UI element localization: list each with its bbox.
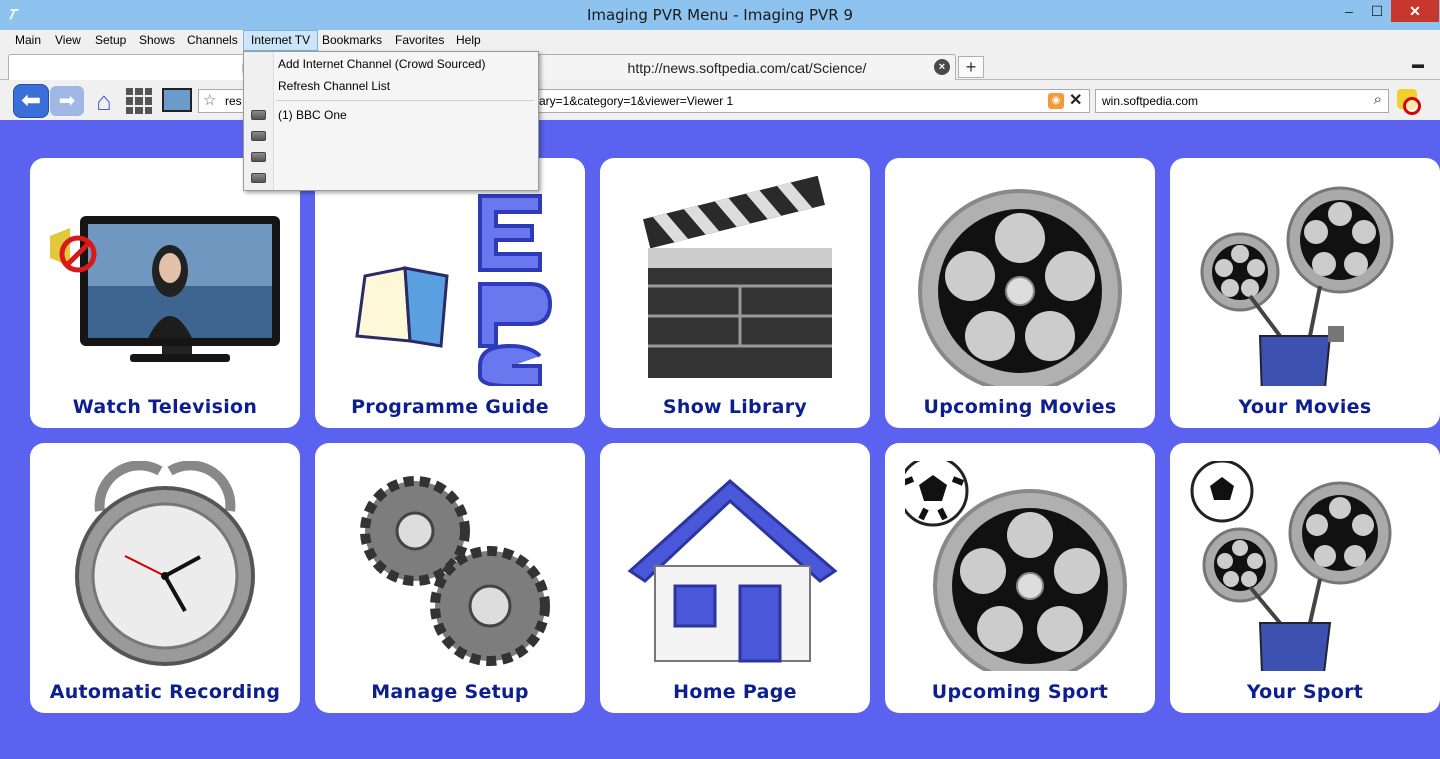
tile-label: Home Page xyxy=(673,681,797,703)
channel-icon xyxy=(251,110,266,120)
bookmark-star-icon[interactable]: ☆ xyxy=(203,90,216,112)
minimize-button[interactable]: – xyxy=(1334,0,1364,22)
tile-show-library[interactable]: Show Library xyxy=(600,158,870,428)
tile-label: Upcoming Sport xyxy=(931,681,1109,703)
internet-tv-menu: Add Internet Channel (Crowd Sourced) Ref… xyxy=(243,51,539,191)
tv-icon[interactable] xyxy=(162,88,192,112)
channel-icon xyxy=(251,173,266,183)
football-projector-icon xyxy=(1190,461,1392,671)
tile-label: Automatic Recording xyxy=(49,681,281,703)
rss-icon[interactable]: ◉ xyxy=(1048,93,1064,109)
tile-manage-setup[interactable]: Manage Setup xyxy=(315,443,585,713)
forward-button[interactable]: ➡ xyxy=(50,86,84,116)
search-value: win.softpedia.com xyxy=(1102,94,1199,108)
main-menu-grid: Watch Television Programme Guide Show Li… xyxy=(0,120,1440,759)
menu-internet-tv[interactable]: Internet TV xyxy=(243,30,319,51)
tile-home-page[interactable]: Home Page xyxy=(600,443,870,713)
menu-separator xyxy=(276,100,534,101)
menu-view[interactable]: View xyxy=(48,30,88,51)
tile-label: Upcoming Movies xyxy=(923,396,1117,418)
tile-label: Your Sport xyxy=(1246,681,1364,703)
tile-programme-guide[interactable]: Programme Guide xyxy=(315,158,585,428)
menu-favorites[interactable]: Favorites xyxy=(388,30,451,51)
tile-upcoming-sport[interactable]: Upcoming Sport xyxy=(885,443,1155,713)
film-projector-icon xyxy=(1200,186,1394,386)
tile-your-sport[interactable]: Your Sport xyxy=(1170,443,1440,713)
menu-item-refresh-channel-list[interactable]: Refresh Channel List xyxy=(278,76,390,96)
search-input[interactable]: win.softpedia.com ⌕ xyxy=(1095,89,1389,113)
toolbar: ⬅ ➡ ⌂ ☆ res ary=1&category=1&viewer=View… xyxy=(0,80,1440,120)
film-reel-icon xyxy=(918,189,1122,386)
channel-icon xyxy=(251,152,266,162)
tile-label: Show Library xyxy=(662,396,808,418)
tile-automatic-recording[interactable]: Automatic Recording xyxy=(30,443,300,713)
tab-close-icon[interactable]: × xyxy=(934,59,950,75)
tile-your-movies[interactable]: Your Movies xyxy=(1170,158,1440,428)
close-button[interactable]: ✕ xyxy=(1391,0,1439,22)
address-text: ary=1&category=1&viewer=Viewer 1 xyxy=(539,94,734,108)
menu-shows[interactable]: Shows xyxy=(132,30,182,51)
mute-icon[interactable] xyxy=(1397,87,1423,115)
menu-gutter xyxy=(244,52,274,190)
address-prefix: res xyxy=(225,94,242,108)
search-icon[interactable]: ⌕ xyxy=(1374,89,1382,111)
tab-softpedia[interactable]: http://news.softpedia.com/cat/Science/ xyxy=(538,54,956,80)
tile-label: Manage Setup xyxy=(371,681,529,703)
football-reel-icon xyxy=(905,461,1127,671)
menu-bar: Main View Setup Shows Channels Internet … xyxy=(0,30,1440,51)
tile-label: Your Movies xyxy=(1238,396,1372,418)
home-icon[interactable]: ⌂ xyxy=(88,86,120,116)
clapperboard-icon xyxy=(643,176,832,378)
menu-item-add-internet-channel[interactable]: Add Internet Channel (Crowd Sourced) xyxy=(278,54,485,74)
tile-upcoming-movies[interactable]: Upcoming Movies xyxy=(885,158,1155,428)
channel-icon xyxy=(251,131,266,141)
tab-list-icon[interactable]: ▬ xyxy=(1412,57,1424,71)
tile-label: Programme Guide xyxy=(351,396,549,418)
menu-help[interactable]: Help xyxy=(449,30,488,51)
gears-icon xyxy=(360,476,550,666)
television-icon xyxy=(50,216,280,362)
menu-main[interactable]: Main xyxy=(8,30,48,51)
alarm-clock-icon xyxy=(75,461,255,666)
tab-bar: Imaging P http://news.softpedia.com/cat/… xyxy=(0,51,1440,80)
back-button[interactable]: ⬅ xyxy=(13,84,49,118)
tile-watch-television[interactable]: Watch Television xyxy=(30,158,300,428)
new-tab-button[interactable]: + xyxy=(958,56,984,78)
grid-view-icon[interactable] xyxy=(126,88,152,114)
menu-channels[interactable]: Channels xyxy=(180,30,245,51)
house-icon xyxy=(627,479,838,663)
window-title: Imaging PVR Menu - Imaging PVR 9 xyxy=(586,6,854,24)
menu-item-bbc-one[interactable]: (1) BBC One xyxy=(278,105,347,125)
stop-icon[interactable]: ✕ xyxy=(1069,90,1082,112)
tile-label: Watch Television xyxy=(72,396,258,418)
maximize-button[interactable]: ☐ xyxy=(1362,0,1392,22)
epg-book-icon xyxy=(355,194,553,386)
menu-setup[interactable]: Setup xyxy=(88,30,133,51)
menu-bookmarks[interactable]: Bookmarks xyxy=(315,30,389,51)
title-bar: 𝑇 Imaging PVR Menu - Imaging PVR 9 – ☐ ✕ xyxy=(0,0,1440,30)
